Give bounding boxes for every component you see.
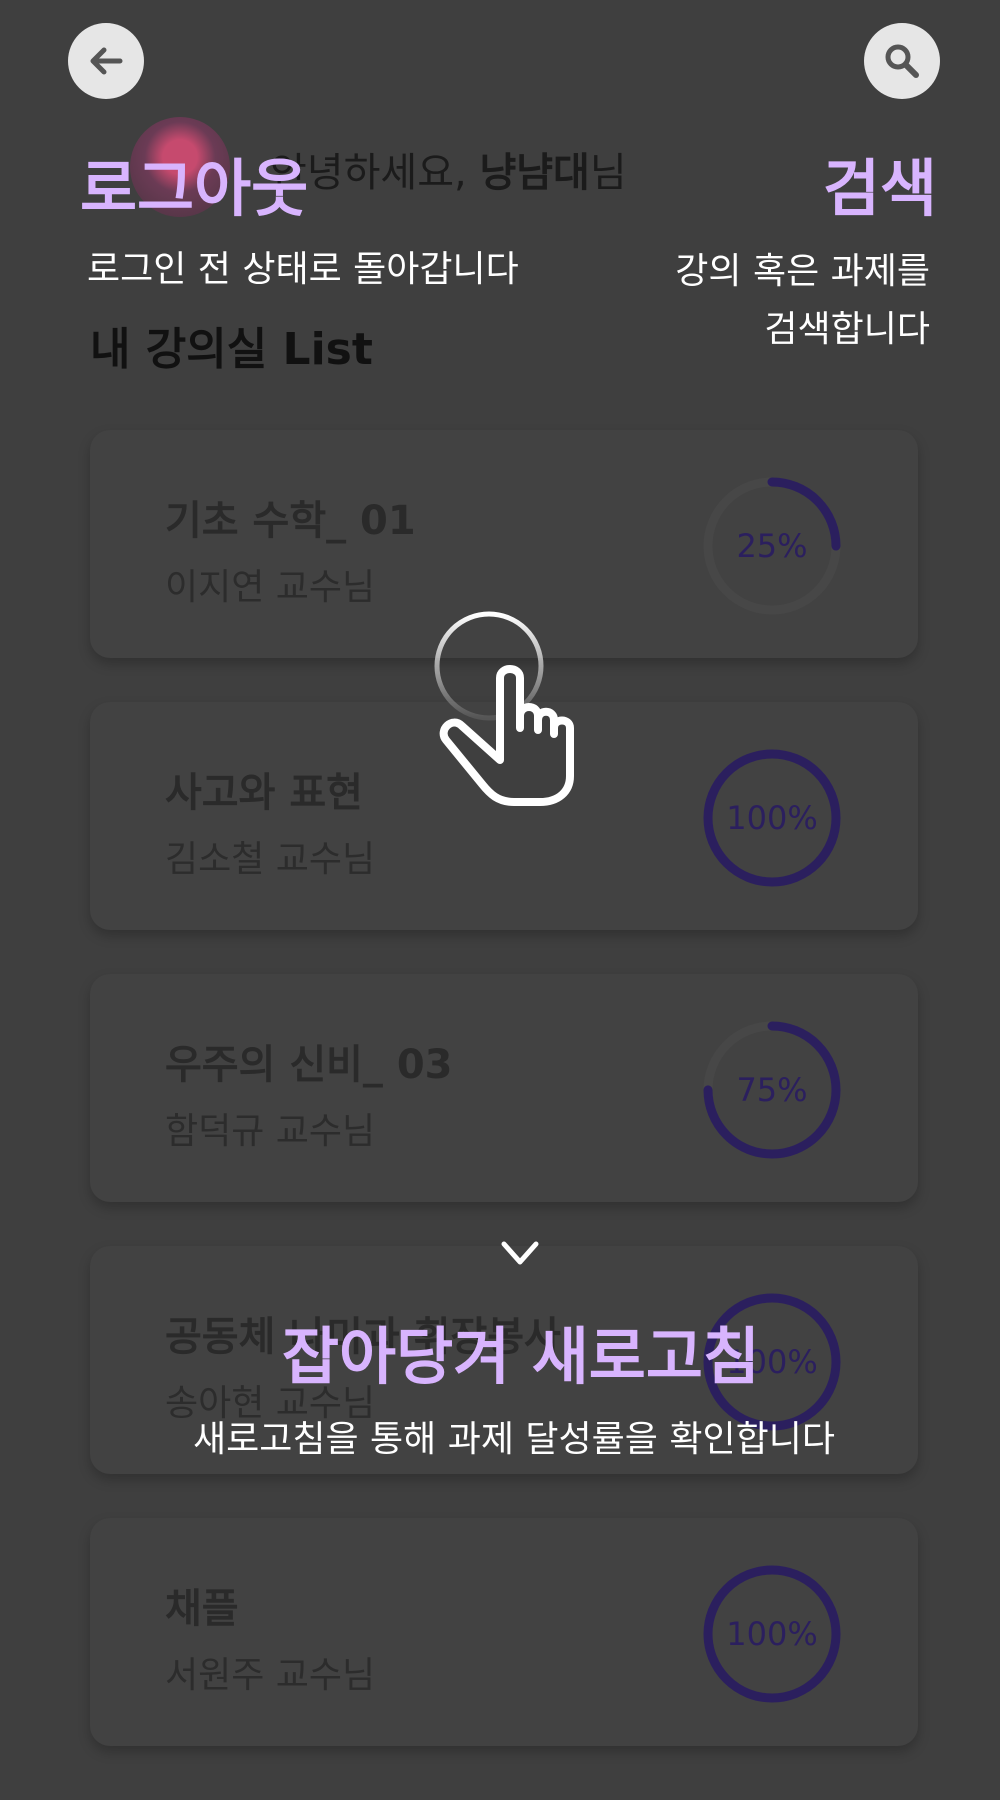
professor-name: 김소철 교수님 <box>165 839 376 880</box>
magnifier-icon <box>885 44 919 78</box>
refresh-tip-title: 잡아당겨 새로고침 <box>282 1320 760 1393</box>
logout-tip-desc: 로그인 전 상태로 돌아갑니다 <box>87 249 519 290</box>
professor-name: 이지연 교수님 <box>165 567 376 608</box>
search-button[interactable] <box>864 23 940 99</box>
arrow-down-icon <box>501 864 539 1265</box>
course-name: 채플 <box>165 1586 239 1632</box>
progress-label: 100% <box>726 1615 818 1653</box>
course-card[interactable]: 채플 서원주 교수님 100% <box>90 1518 918 1746</box>
progress-label: 25% <box>736 527 808 565</box>
course-name: 사고와 표현 <box>165 770 363 816</box>
search-tip-desc-line1: 강의 혹은 과제를 <box>675 251 930 292</box>
user-name: 냥냠대 <box>479 150 590 196</box>
search-tip-desc-line2: 검색합니다 <box>764 309 930 350</box>
course-name: 우주의 신비_ 03 <box>165 1042 453 1088</box>
progress-label: 75% <box>736 1071 808 1109</box>
professor-name: 함덕규 교수님 <box>165 1111 376 1152</box>
tap-hand-icon <box>434 611 574 806</box>
back-button[interactable] <box>68 23 144 99</box>
logout-tip-title: 로그아웃 <box>80 152 309 225</box>
search-tip-title: 검색 <box>823 152 938 225</box>
course-name: 기초 수학_ 01 <box>165 498 416 544</box>
refresh-tip-desc: 새로고침을 통해 과제 달성률을 확인합니다 <box>193 1419 835 1460</box>
progress-label: 100% <box>726 799 818 837</box>
professor-name: 서원주 교수님 <box>165 1655 376 1696</box>
greeting-text: 안녕하세요, 냥냠대님 <box>270 150 627 196</box>
arrow-left-icon <box>90 47 123 75</box>
list-title: 내 강의실 List <box>90 324 373 375</box>
